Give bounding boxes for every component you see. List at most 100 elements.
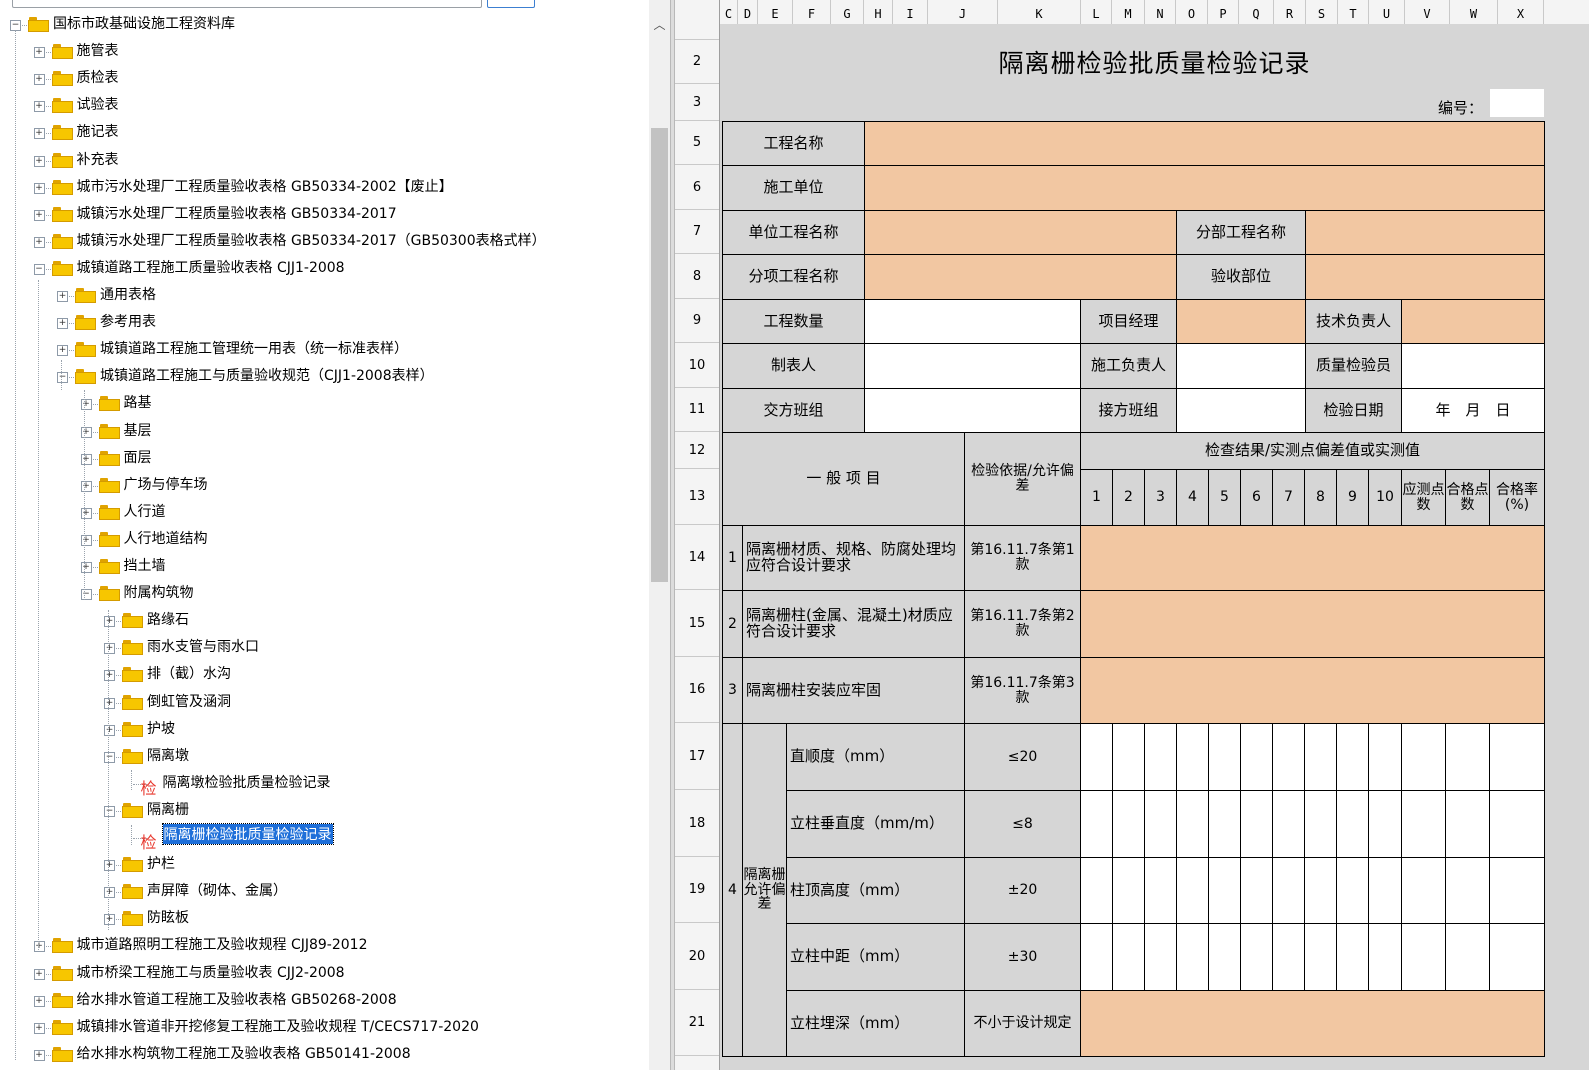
row-header[interactable]: 2 <box>675 40 719 84</box>
item-result-input[interactable] <box>1080 525 1545 591</box>
expand-icon[interactable]: + <box>80 534 92 546</box>
measurement-cell[interactable] <box>1176 723 1209 791</box>
row-header[interactable]: 12 <box>675 432 719 469</box>
row-header[interactable] <box>675 24 719 40</box>
measurement-cell[interactable] <box>1336 790 1369 858</box>
measurement-cell[interactable] <box>1401 790 1446 858</box>
measurement-cell[interactable] <box>1240 857 1273 924</box>
column-header-r[interactable]: R <box>1274 0 1306 24</box>
row-header[interactable]: 21 <box>675 990 719 1056</box>
quantity-input[interactable] <box>864 299 1081 344</box>
column-header-w[interactable]: W <box>1450 0 1498 24</box>
tree-folder-item[interactable]: + 通用表格 <box>0 282 645 308</box>
measurement-cell[interactable] <box>1272 923 1305 991</box>
tree-folder-item[interactable]: + 排（截）水沟 <box>0 661 645 687</box>
column-header-m[interactable]: M <box>1112 0 1145 24</box>
measurement-cell[interactable] <box>1489 723 1545 791</box>
tree-folder-item[interactable]: + 给水排水管道工程施工及验收表格 GB50268-2008 <box>0 987 645 1013</box>
measurement-cell[interactable] <box>1304 857 1337 924</box>
expand-icon[interactable]: + <box>33 182 45 194</box>
handover-team-input[interactable] <box>864 388 1081 433</box>
measurement-cell[interactable] <box>1144 723 1177 791</box>
collapse-icon[interactable]: − <box>80 589 92 601</box>
row-header[interactable]: 13 <box>675 469 719 525</box>
tree-doc-item[interactable]: 检隔离墩检验批质量检验记录 <box>0 770 645 798</box>
search-button[interactable] <box>487 0 535 8</box>
measurement-cell[interactable] <box>1208 790 1241 858</box>
column-header-v[interactable]: V <box>1405 0 1450 24</box>
measurement-cell[interactable] <box>1176 790 1209 858</box>
tree-folder-item[interactable]: + 人行地道结构 <box>0 526 645 552</box>
expand-icon[interactable]: + <box>33 47 45 59</box>
column-header-l[interactable]: L <box>1081 0 1112 24</box>
item-result-input[interactable] <box>1080 590 1545 658</box>
measurement-cell[interactable] <box>1368 923 1402 991</box>
expand-icon[interactable]: + <box>33 1049 45 1061</box>
tree-folder-item[interactable]: + 城市道路照明工程施工及验收规程 CJJ89-2012 <box>0 932 645 958</box>
tree-folder-item[interactable]: + 护栏 <box>0 851 645 877</box>
row-header[interactable]: 11 <box>675 388 719 432</box>
measurement-cell[interactable] <box>1401 923 1446 991</box>
tree-folder-item[interactable]: + 参考用表 <box>0 309 645 335</box>
expand-icon[interactable]: + <box>33 995 45 1007</box>
expand-icon[interactable]: + <box>80 453 92 465</box>
expand-icon[interactable]: + <box>33 101 45 113</box>
measurement-cell[interactable] <box>1368 723 1402 791</box>
expand-icon[interactable]: + <box>104 616 115 628</box>
measurement-cell[interactable] <box>1080 857 1113 924</box>
measurement-cell[interactable] <box>1445 923 1490 991</box>
tree-folder-item[interactable]: + 施记表 <box>0 119 645 145</box>
tree-folder-item[interactable]: + 路缘石 <box>0 607 645 633</box>
row-header[interactable]: 10 <box>675 343 719 388</box>
column-header-n[interactable]: N <box>1145 0 1176 24</box>
tree-folder-item[interactable]: − 附属构筑物 <box>0 580 645 606</box>
tree-folder-item[interactable]: + 城镇道路工程施工管理统一用表（统一标准表样） <box>0 336 645 362</box>
tree-folder-item[interactable]: − 国标市政基础设施工程资料库 <box>0 11 645 37</box>
expand-icon[interactable]: + <box>104 914 115 926</box>
tree-folder-item[interactable]: + 城市桥梁工程施工与质量验收表 CJJ2-2008 <box>0 960 645 986</box>
tree-folder-item[interactable]: + 试验表 <box>0 92 645 118</box>
measurement-cell[interactable] <box>1208 857 1241 924</box>
column-header-e[interactable]: E <box>758 0 793 24</box>
quality-inspector-input[interactable] <box>1401 343 1545 389</box>
row-header[interactable]: 8 <box>675 254 719 299</box>
measurement-cell[interactable] <box>1176 857 1209 924</box>
item-result-input[interactable] <box>1080 657 1545 724</box>
measurement-cell[interactable] <box>1489 923 1545 991</box>
measurement-cell[interactable] <box>1176 923 1209 991</box>
expand-icon[interactable]: + <box>80 399 92 411</box>
row-header[interactable]: 5 <box>675 121 719 165</box>
project-name-input[interactable] <box>864 121 1545 166</box>
tree-folder-item[interactable]: + 基层 <box>0 418 645 444</box>
measurement-cell[interactable] <box>1112 857 1145 924</box>
measurement-cell[interactable] <box>1112 923 1145 991</box>
expand-icon[interactable]: + <box>80 562 92 573</box>
collapse-icon[interactable]: − <box>57 372 68 384</box>
column-header-x[interactable]: X <box>1498 0 1544 24</box>
column-header-q[interactable]: Q <box>1239 0 1274 24</box>
expand-icon[interactable]: + <box>104 643 115 655</box>
tolerance-result-input[interactable] <box>1080 990 1545 1057</box>
tree-folder-item[interactable]: − 城镇道路工程施工质量验收表格 CJJ1-2008 <box>0 255 645 281</box>
measurement-cell[interactable] <box>1401 857 1446 924</box>
expand-icon[interactable]: + <box>33 128 45 140</box>
expand-icon[interactable]: + <box>33 941 45 953</box>
expand-icon[interactable]: + <box>104 670 115 682</box>
expand-icon[interactable]: + <box>104 860 115 872</box>
row-header[interactable]: 15 <box>675 590 719 657</box>
tree-folder-item[interactable]: + 城镇排水管道非开挖修复工程施工及验收规程 T/CECS717-2020 <box>0 1014 645 1040</box>
expand-icon[interactable]: + <box>57 318 68 330</box>
measurement-cell[interactable] <box>1336 857 1369 924</box>
row-header[interactable]: 18 <box>675 790 719 857</box>
serial-input[interactable] <box>1490 89 1544 117</box>
column-header-u[interactable]: U <box>1369 0 1405 24</box>
row-header[interactable]: 19 <box>675 857 719 923</box>
measurement-cell[interactable] <box>1208 723 1241 791</box>
column-header-g[interactable]: G <box>831 0 864 24</box>
column-header-d[interactable]: D <box>738 0 758 24</box>
tabulator-input[interactable] <box>864 343 1081 389</box>
receive-team-input[interactable] <box>1176 388 1306 433</box>
item-project-input[interactable] <box>864 254 1177 300</box>
expand-icon[interactable]: + <box>80 426 92 438</box>
contractor-input[interactable] <box>864 165 1545 211</box>
